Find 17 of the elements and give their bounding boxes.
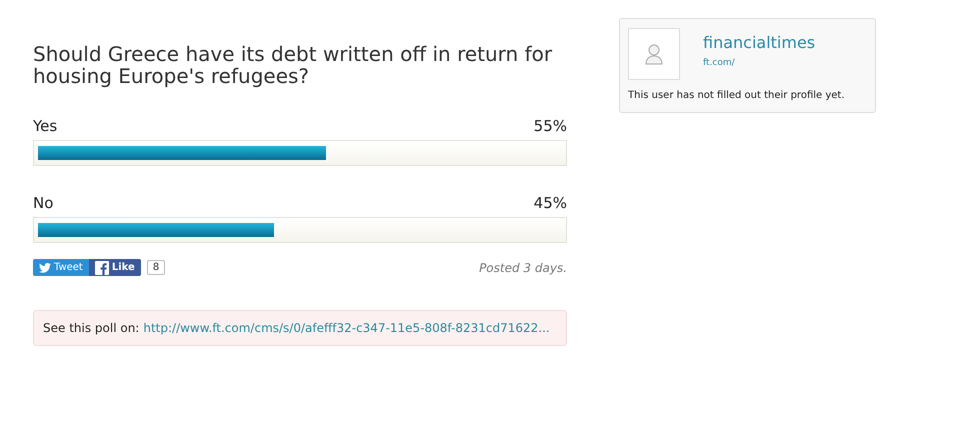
tweet-button[interactable]: Tweet — [33, 259, 89, 276]
like-count: 8 — [146, 260, 166, 275]
profile-url-link[interactable]: ft.com/ — [703, 58, 816, 68]
facebook-icon — [94, 260, 109, 274]
option-label: No — [33, 194, 54, 212]
profile-bio: This user has not filled out their profile yet. — [628, 90, 846, 101]
option-percent: 45% — [534, 194, 567, 212]
option-label: Yes — [33, 117, 58, 135]
poll-question: Should Greece have its debt written off in return for housing Europe's refugees? — [33, 43, 554, 87]
like-button[interactable]: Like — [88, 259, 141, 276]
user-icon — [645, 43, 663, 65]
profile-name-link[interactable]: financialtimes — [703, 33, 816, 52]
bird-icon — [39, 262, 51, 272]
source-link[interactable]: http://www.ft.com/cms/s/0/afefff32-c347-11e5-808f-8231cd71622... — [143, 321, 550, 335]
posted-time: Posted 3 days. — [479, 260, 567, 274]
source-label: See this poll on: — [43, 321, 140, 335]
option-percent: 55% — [534, 117, 567, 135]
